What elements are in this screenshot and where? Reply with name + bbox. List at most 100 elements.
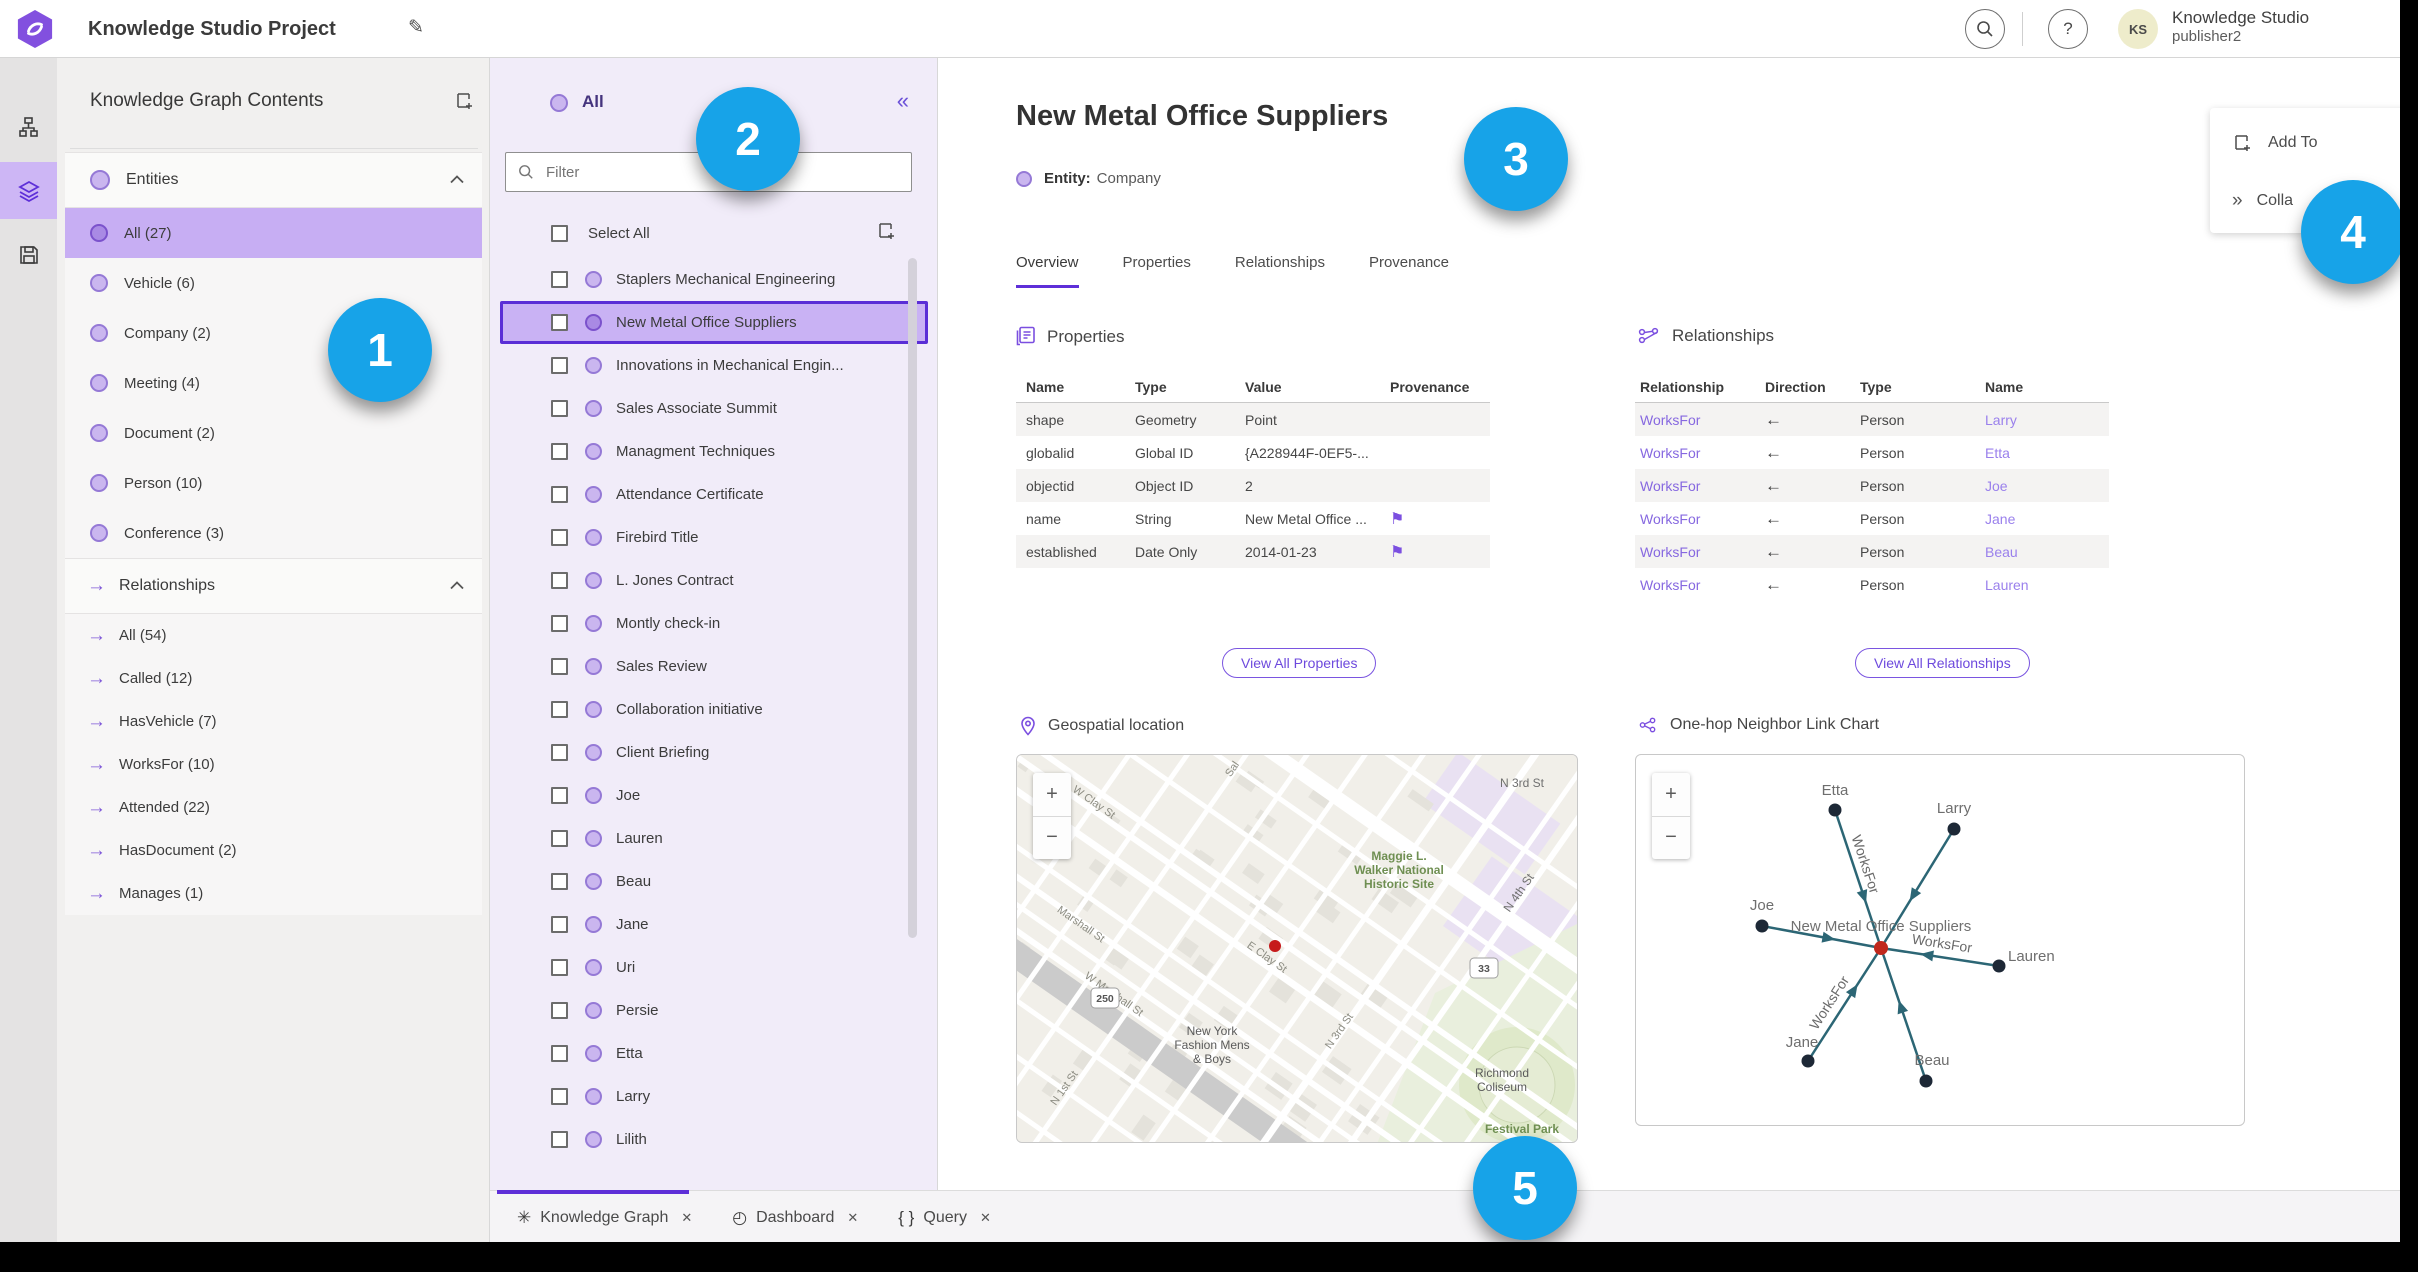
relationship-type-item[interactable]: → WorksFor (10) [65, 743, 482, 786]
map-zoom-in-button[interactable]: + [1033, 773, 1071, 817]
entities-section-header[interactable]: Entities [65, 152, 482, 208]
item-checkbox[interactable] [551, 615, 568, 632]
item-checkbox[interactable] [551, 916, 568, 933]
item-checkbox[interactable] [551, 400, 568, 417]
relationship-link[interactable]: WorksFor [1640, 511, 1765, 527]
item-checkbox[interactable] [551, 271, 568, 288]
entity-list-item[interactable]: Etta [500, 1032, 928, 1075]
contents-rail-button[interactable] [0, 162, 57, 219]
detail-tab[interactable]: Properties [1123, 254, 1191, 288]
chevron-up-icon[interactable] [450, 577, 464, 595]
entity-list-item[interactable]: Attendance Certificate [500, 473, 928, 516]
related-entity-link[interactable]: Beau [1985, 544, 2109, 560]
item-checkbox[interactable] [551, 314, 568, 331]
item-checkbox[interactable] [551, 830, 568, 847]
relationship-type-item[interactable]: → Manages (1) [65, 872, 482, 915]
item-checkbox[interactable] [551, 959, 568, 976]
item-checkbox[interactable] [551, 1002, 568, 1019]
entity-list-item[interactable]: Managment Techniques [500, 430, 928, 473]
related-entity-link[interactable]: Larry [1985, 412, 2109, 428]
entity-list-item[interactable]: Uri [500, 946, 928, 989]
item-checkbox[interactable] [551, 443, 568, 460]
item-checkbox[interactable] [551, 1088, 568, 1105]
entity-list-item[interactable]: Montly check-in [500, 602, 928, 645]
relationship-type-item[interactable]: → All (54) [65, 614, 482, 657]
item-checkbox[interactable] [551, 658, 568, 675]
close-tab-icon[interactable]: ✕ [681, 1210, 692, 1226]
entity-list-item[interactable]: Innovations in Mechanical Engin... [500, 344, 928, 387]
add-to-map-icon[interactable] [452, 88, 478, 114]
entity-type-item[interactable]: All (27) [65, 208, 482, 258]
provenance-flag-icon[interactable]: ⚑ [1390, 511, 1404, 528]
entity-list-item[interactable]: Larry [500, 1075, 928, 1118]
help-button[interactable]: ? [2048, 9, 2088, 49]
item-checkbox[interactable] [551, 1131, 568, 1148]
related-entity-link[interactable]: Etta [1985, 445, 2109, 461]
search-button[interactable] [1965, 9, 2005, 49]
relationship-type-item[interactable]: → Attended (22) [65, 786, 482, 829]
related-entity-link[interactable]: Jane [1985, 511, 2109, 527]
relationship-link[interactable]: WorksFor [1640, 445, 1765, 461]
add-to-map-icon[interactable] [876, 220, 898, 247]
entity-list-item[interactable]: Lauren [500, 817, 928, 860]
relationship-type-item[interactable]: → HasVehicle (7) [65, 700, 482, 743]
chart-zoom-in-button[interactable]: + [1652, 773, 1690, 817]
save-rail-button[interactable] [0, 226, 57, 283]
entity-list-item[interactable]: Joe [500, 774, 928, 817]
related-entity-link[interactable]: Joe [1985, 478, 2109, 494]
relationship-link[interactable]: WorksFor [1640, 478, 1765, 494]
close-tab-icon[interactable]: ✕ [847, 1210, 858, 1226]
close-tab-icon[interactable]: ✕ [980, 1210, 991, 1226]
entity-list-item[interactable]: Jane [500, 903, 928, 946]
entity-type-item[interactable]: Document (2) [65, 408, 482, 458]
relationship-type-item[interactable]: → HasDocument (2) [65, 829, 482, 872]
entity-list-item[interactable]: Beau [500, 860, 928, 903]
entity-list-item[interactable]: Persie [500, 989, 928, 1032]
avatar[interactable]: KS [2118, 9, 2158, 49]
entity-list-item[interactable]: Sales Review [500, 645, 928, 688]
relationship-link[interactable]: WorksFor [1640, 544, 1765, 560]
entity-type-item[interactable]: Person (10) [65, 458, 482, 508]
detail-tab[interactable]: Provenance [1369, 254, 1449, 288]
edit-title-icon[interactable]: ✎ [408, 16, 424, 39]
map-canvas[interactable]: W Clay StSalN 3rd StMaggie L. Walker Nati… [1017, 755, 1578, 1143]
relationships-section-header[interactable]: → Relationships [65, 558, 482, 614]
detail-tab[interactable]: Relationships [1235, 254, 1325, 288]
entity-list-item[interactable]: Client Briefing [500, 731, 928, 774]
select-all-checkbox[interactable] [551, 224, 568, 242]
view-tab[interactable]: ◴ Dashboard ✕ [712, 1195, 878, 1241]
view-all-properties-button[interactable]: View All Properties [1222, 648, 1377, 678]
detail-tab[interactable]: Overview [1016, 254, 1079, 288]
entity-type-item[interactable]: Conference (3) [65, 508, 482, 558]
chevron-up-icon[interactable] [450, 171, 464, 189]
related-entity-link[interactable]: Lauren [1985, 577, 2109, 593]
item-checkbox[interactable] [551, 701, 568, 718]
chart-zoom-out-button[interactable]: − [1652, 817, 1690, 860]
entity-list-item[interactable]: Staplers Mechanical Engineering [500, 258, 928, 301]
item-checkbox[interactable] [551, 572, 568, 589]
map-zoom-out-button[interactable]: − [1033, 817, 1071, 860]
relationship-link[interactable]: WorksFor [1640, 412, 1765, 428]
provenance-flag-icon[interactable]: ⚑ [1390, 544, 1404, 561]
item-checkbox[interactable] [551, 787, 568, 804]
entity-list-item[interactable]: New Metal Office Suppliers [500, 301, 928, 344]
relationship-type-item[interactable]: → Called (12) [65, 657, 482, 700]
relationship-link[interactable]: WorksFor [1640, 577, 1765, 593]
add-to-menu-item[interactable]: Add To [2210, 118, 2410, 168]
item-checkbox[interactable] [551, 1045, 568, 1062]
schema-rail-button[interactable] [0, 98, 57, 155]
collapse-panel-icon[interactable]: « [897, 88, 909, 114]
entity-list-item[interactable]: L. Jones Contract [500, 559, 928, 602]
item-checkbox[interactable] [551, 357, 568, 374]
item-checkbox[interactable] [551, 744, 568, 761]
item-checkbox[interactable] [551, 529, 568, 546]
entity-list-item[interactable]: Sales Associate Summit [500, 387, 928, 430]
item-checkbox[interactable] [551, 873, 568, 890]
entity-type-item[interactable]: Vehicle (6) [65, 258, 482, 308]
entity-list-item[interactable]: Firebird Title [500, 516, 928, 559]
view-tab[interactable]: { } Query ✕ [878, 1195, 1011, 1241]
link-chart-canvas[interactable]: WorksForWorksForWorksForEttaLarryJoeLaur… [1636, 755, 2245, 1126]
list-scrollbar[interactable] [908, 258, 917, 938]
item-checkbox[interactable] [551, 486, 568, 503]
view-all-relationships-button[interactable]: View All Relationships [1855, 648, 2030, 678]
